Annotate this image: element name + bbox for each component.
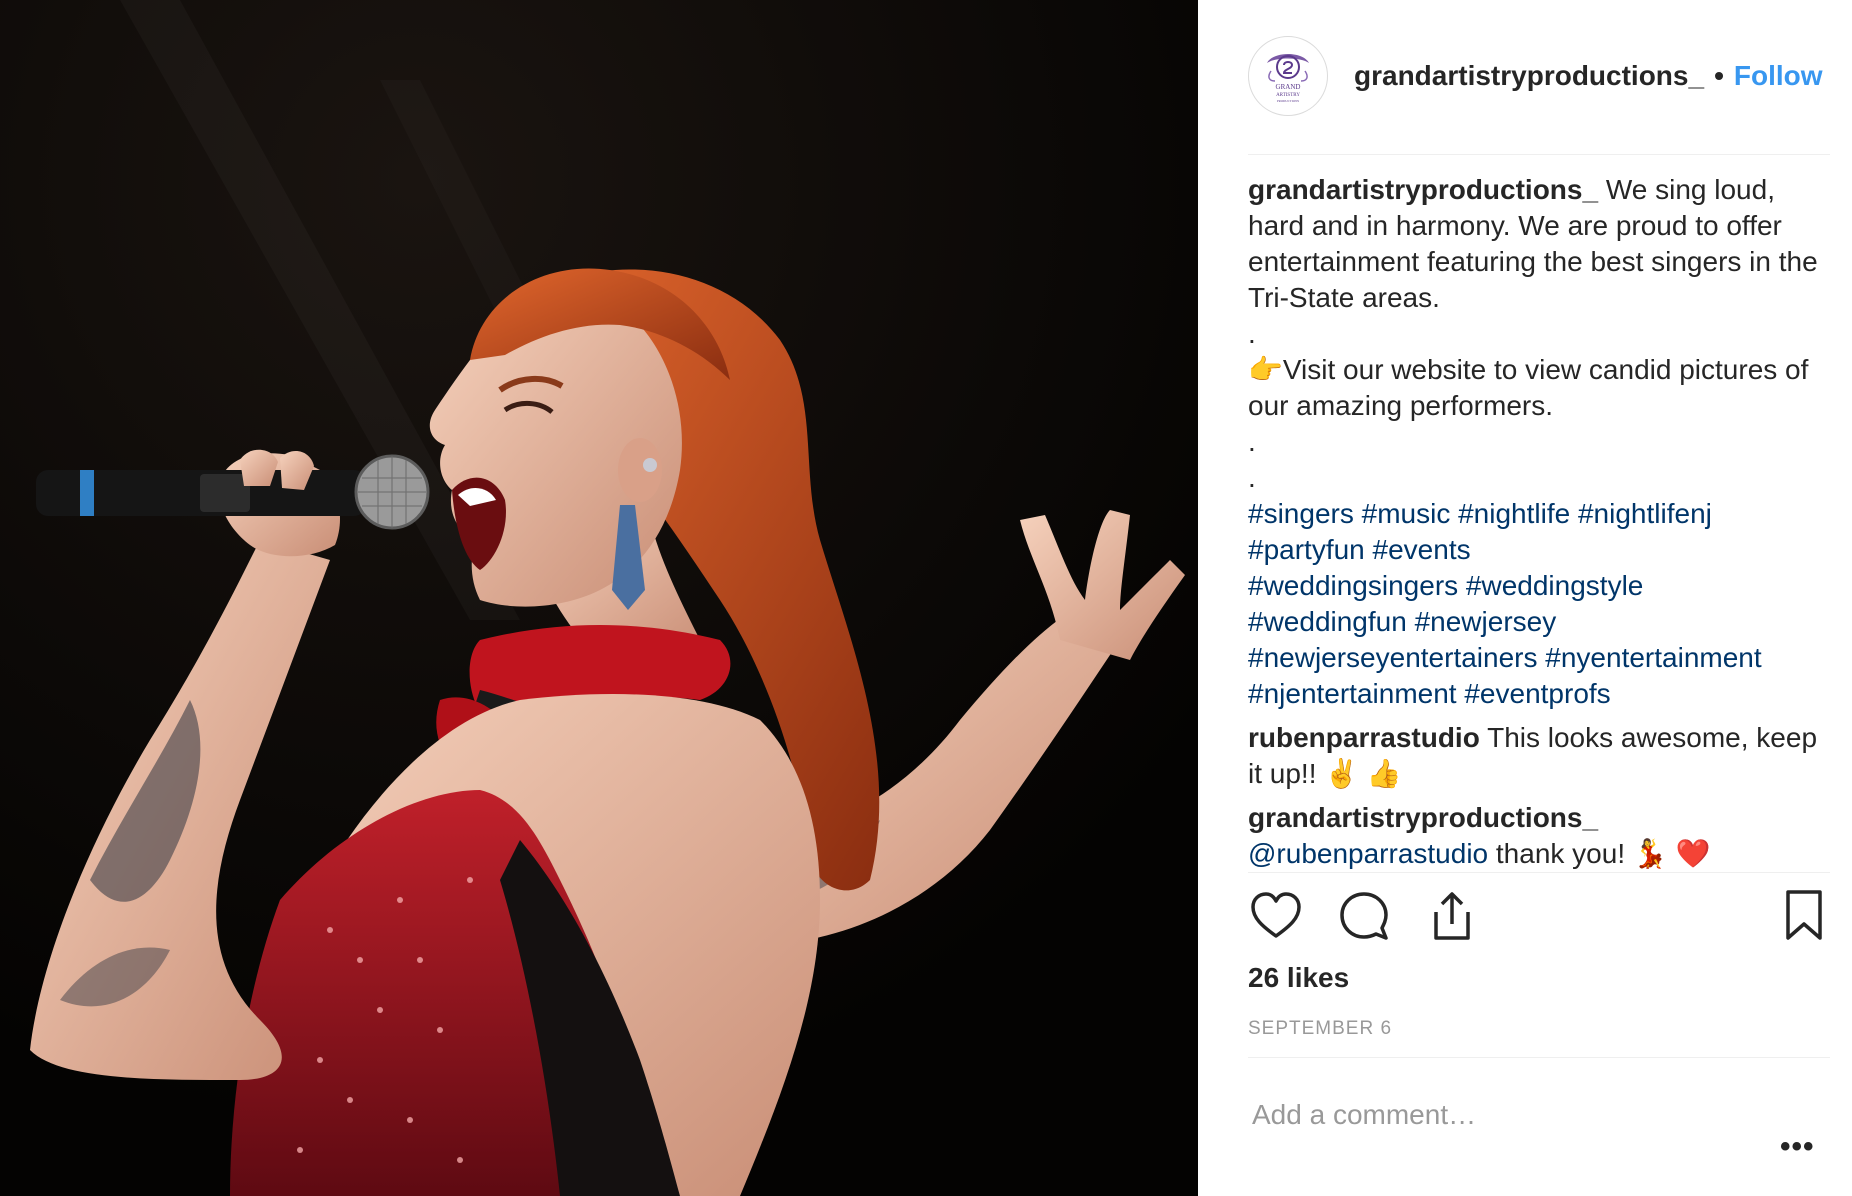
footer-divider bbox=[1248, 1057, 1830, 1058]
avatar-text-line1: GRAND bbox=[1276, 83, 1301, 91]
add-comment-input[interactable] bbox=[1248, 1090, 1796, 1140]
pointing-hand-emoji-icon: 👉 bbox=[1248, 354, 1283, 385]
comments-divider bbox=[1248, 872, 1830, 873]
author-username[interactable]: grandartistryproductions_ bbox=[1354, 60, 1704, 92]
likes-count[interactable]: 26 likes bbox=[1248, 962, 1349, 994]
hashtag-link[interactable]: #music bbox=[1362, 498, 1451, 529]
hashtag-link[interactable]: #eventprofs bbox=[1464, 678, 1610, 709]
comment-item: grandartistryproductions_ @rubenparrastu… bbox=[1248, 800, 1838, 872]
caption-line2: 👉Visit our website to view candid pictur… bbox=[1248, 352, 1838, 424]
caption: grandartistryproductions_ We sing loud, … bbox=[1248, 172, 1838, 712]
comment-icon bbox=[1340, 892, 1388, 940]
heart-icon bbox=[1251, 892, 1301, 938]
hashtag-link[interactable]: #nightlifenj bbox=[1578, 498, 1712, 529]
comments-list[interactable]: grandartistryproductions_ We sing loud, … bbox=[1248, 172, 1838, 872]
comment-button[interactable] bbox=[1336, 888, 1392, 944]
hashtag-link[interactable]: #newjerseyentertainers bbox=[1248, 642, 1538, 673]
comment-text: thank you! 💃 ❤️ bbox=[1488, 838, 1711, 869]
hashtag-link[interactable]: #weddingsingers bbox=[1248, 570, 1458, 601]
hashtag-link[interactable]: #nightlife bbox=[1458, 498, 1570, 529]
caption-username[interactable]: grandartistryproductions_ bbox=[1248, 174, 1598, 205]
post-modal: GRAND ARTISTRY PRODUCTIONS grandartistry… bbox=[0, 0, 1852, 1196]
post-header: GRAND ARTISTRY PRODUCTIONS grandartistry… bbox=[1248, 36, 1828, 116]
caption-dot-2: . bbox=[1248, 426, 1256, 457]
follow-button[interactable]: Follow bbox=[1734, 60, 1823, 92]
post-date: SEPTEMBER 6 bbox=[1248, 1018, 1393, 1039]
comment-username[interactable]: grandartistryproductions_ bbox=[1248, 802, 1598, 833]
action-bar bbox=[1248, 888, 1840, 948]
hashtag-link[interactable]: #weddingfun bbox=[1248, 606, 1407, 637]
avatar[interactable]: GRAND ARTISTRY PRODUCTIONS bbox=[1248, 36, 1328, 116]
hashtags: #singers #music #nightlife #nightlifenj … bbox=[1248, 496, 1838, 712]
comment-username[interactable]: rubenparrastudio bbox=[1248, 722, 1480, 753]
caption-dot-3: . bbox=[1248, 462, 1256, 493]
header-separator: • bbox=[1714, 60, 1724, 91]
post-photo[interactable] bbox=[0, 0, 1198, 1196]
hashtag-link[interactable]: #njentertainment bbox=[1248, 678, 1457, 709]
brand-logo-icon: GRAND ARTISTRY PRODUCTIONS bbox=[1255, 43, 1321, 109]
more-options-icon[interactable]: ••• bbox=[1780, 1130, 1815, 1164]
singer-illustration bbox=[0, 0, 1198, 1196]
like-button[interactable] bbox=[1248, 888, 1304, 944]
share-icon bbox=[1434, 892, 1470, 940]
post-sidebar: GRAND ARTISTRY PRODUCTIONS grandartistry… bbox=[1198, 0, 1852, 1196]
hashtag-link[interactable]: #singers bbox=[1248, 498, 1354, 529]
save-button[interactable] bbox=[1776, 888, 1832, 944]
bookmark-icon bbox=[1786, 890, 1822, 940]
hashtag-link[interactable]: #weddingstyle bbox=[1466, 570, 1643, 601]
hashtag-link[interactable]: #partyfun bbox=[1248, 534, 1365, 565]
comment-mention[interactable]: @rubenparrastudio bbox=[1248, 838, 1488, 869]
hashtag-link[interactable]: #newjersey bbox=[1415, 606, 1557, 637]
share-button[interactable] bbox=[1424, 888, 1480, 944]
comment-item: rubenparrastudio This looks awesome, kee… bbox=[1248, 720, 1838, 792]
caption-dot: . bbox=[1248, 318, 1256, 349]
header-divider bbox=[1248, 154, 1830, 155]
hashtag-link[interactable]: #nyentertainment bbox=[1545, 642, 1761, 673]
hashtag-link[interactable]: #events bbox=[1373, 534, 1471, 565]
avatar-text-line3: PRODUCTIONS bbox=[1277, 99, 1300, 103]
caption-text-2: Visit our website to view candid picture… bbox=[1248, 354, 1809, 421]
avatar-text-line2: ARTISTRY bbox=[1276, 93, 1300, 98]
